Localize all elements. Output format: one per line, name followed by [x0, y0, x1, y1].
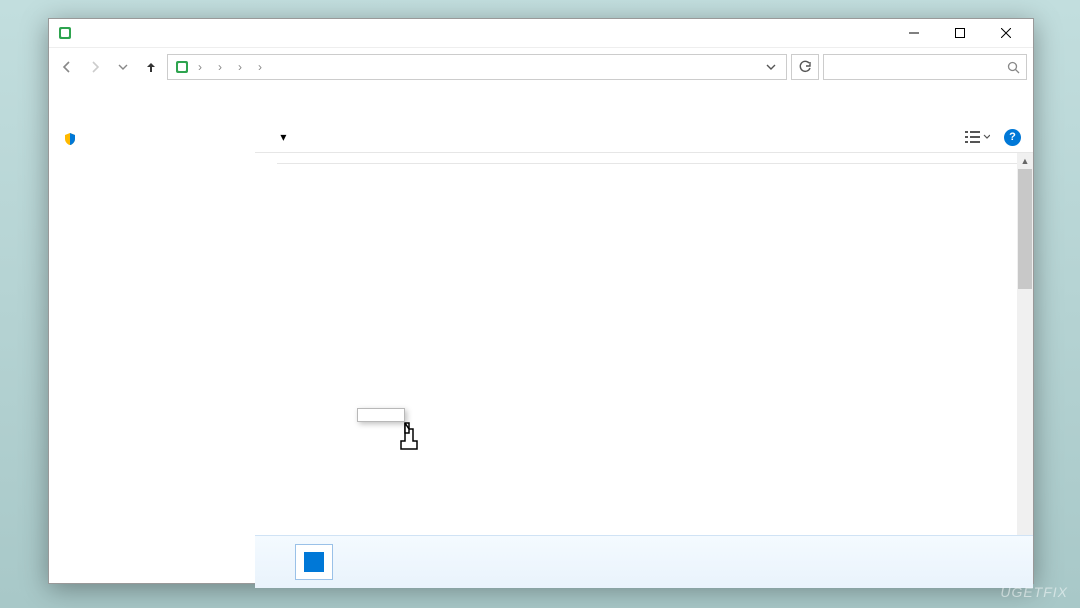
close-button[interactable]: [983, 19, 1029, 47]
breadcrumb-segment[interactable]: [206, 65, 214, 69]
context-uninstall[interactable]: [360, 411, 402, 419]
maximize-button[interactable]: [937, 19, 983, 47]
shield-icon: [63, 132, 77, 146]
up-button[interactable]: [139, 55, 163, 79]
column-version[interactable]: [744, 153, 837, 163]
installed-updates-window: › › › ›: [48, 18, 1034, 584]
refresh-button[interactable]: [791, 54, 819, 80]
titlebar: [49, 19, 1033, 47]
scroll-up-button[interactable]: ▲: [1017, 153, 1033, 169]
breadcrumb-segment[interactable]: [266, 65, 274, 69]
toolbar: ▾ ?: [255, 122, 1033, 153]
breadcrumb[interactable]: › › › ›: [167, 54, 787, 80]
sidebar: [49, 86, 255, 588]
recent-locations-button[interactable]: [111, 55, 135, 79]
details-pane: [255, 535, 1033, 588]
search-input[interactable]: [823, 54, 1027, 80]
watermark: UGETFIX: [1000, 584, 1068, 600]
minimize-button[interactable]: [891, 19, 937, 47]
organize-menu[interactable]: ▾: [277, 130, 286, 144]
programs-features-icon: [174, 59, 190, 75]
column-name[interactable]: [277, 153, 627, 163]
column-headers[interactable]: [277, 153, 1033, 164]
view-options-button[interactable]: [964, 129, 990, 145]
chevron-right-icon: ›: [216, 60, 224, 74]
updates-table: ▲ ▼: [277, 153, 1033, 588]
column-program[interactable]: [627, 153, 744, 163]
main-panel: ▾ ?: [255, 86, 1033, 588]
pointer-cursor-icon: [395, 419, 425, 455]
breadcrumb-segment[interactable]: [246, 65, 254, 69]
details-thumbnail: [295, 544, 333, 580]
search-icon: [1007, 61, 1020, 74]
column-publisher[interactable]: [837, 153, 928, 163]
breadcrumb-dropdown[interactable]: [760, 62, 782, 72]
vertical-scrollbar[interactable]: ▲ ▼: [1017, 153, 1033, 588]
scroll-thumb[interactable]: [1018, 169, 1032, 289]
breadcrumb-segment[interactable]: [226, 65, 234, 69]
navbar: › › › ›: [49, 47, 1033, 86]
programs-features-icon: [57, 25, 73, 41]
chevron-right-icon: ›: [236, 60, 244, 74]
help-button[interactable]: ?: [1004, 129, 1021, 146]
chevron-right-icon: ›: [256, 60, 264, 74]
chevron-right-icon: ›: [196, 60, 204, 74]
turn-windows-features-link[interactable]: [63, 132, 243, 146]
forward-button[interactable]: [83, 55, 107, 79]
back-button[interactable]: [55, 55, 79, 79]
